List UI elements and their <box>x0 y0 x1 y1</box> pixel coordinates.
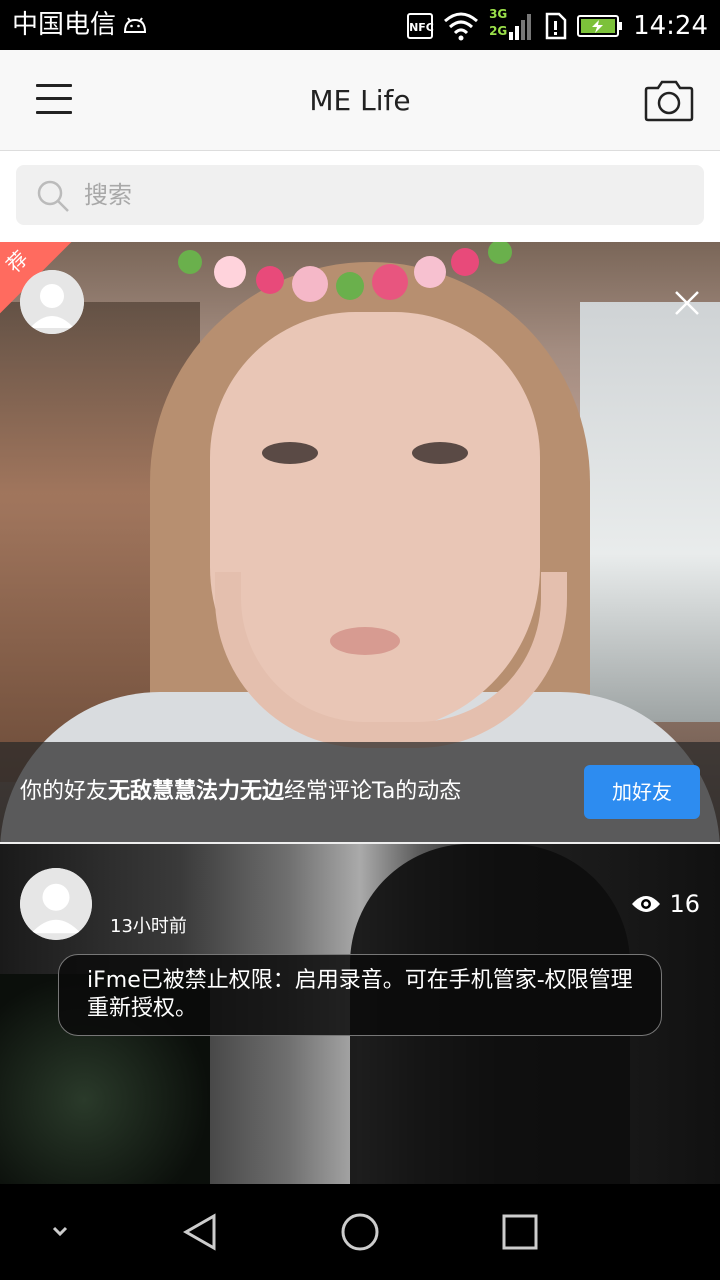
recents-icon[interactable] <box>492 1204 548 1260</box>
back-icon[interactable] <box>172 1204 228 1260</box>
flower-crown <box>178 242 512 302</box>
page-title: ME Life <box>309 84 411 117</box>
suggestion-suffix: 经常评论Ta的动态 <box>284 779 462 804</box>
signal-icon: 3G 2G <box>489 7 533 44</box>
friend-suggestion-text: 你的好友无敌慧慧法力无边经常评论Ta的动态 <box>20 774 461 810</box>
friend-suggestion-bar: 你的好友无敌慧慧法力无边经常评论Ta的动态 加好友 <box>0 742 720 842</box>
background-window <box>580 302 720 722</box>
collapse-icon[interactable] <box>32 1204 88 1260</box>
carrier-label: 中国电信 <box>12 10 117 40</box>
view-count-value: 16 <box>669 890 700 918</box>
clock: 14:24 <box>633 11 708 41</box>
eye-icon <box>632 896 661 912</box>
home-icon[interactable] <box>332 1204 388 1260</box>
battery-charging-icon <box>577 15 623 37</box>
avatar[interactable] <box>20 270 84 334</box>
status-icons: NFC 3G 2G 14:24 <box>407 6 708 46</box>
search-input[interactable]: 搜索 <box>16 165 704 225</box>
search-section: 搜索 <box>0 151 720 242</box>
add-friend-button[interactable]: 加好友 <box>584 765 700 819</box>
avatar[interactable] <box>20 868 92 940</box>
post-time: 13小时前 <box>110 916 187 937</box>
network-type-3g: 3G <box>489 7 508 21</box>
network-type-2g: 2G <box>489 24 508 38</box>
sim-alert-icon <box>545 12 567 40</box>
permission-toast: iFme已被禁止权限：启用录音。可在手机管家-权限管理重新授权。 <box>58 954 662 1036</box>
status-bar: 中国电信 NFC 3G 2G 14:24 <box>0 0 720 50</box>
search-placeholder: 搜索 <box>84 181 132 209</box>
camera-icon[interactable] <box>644 78 694 122</box>
photo-eye-right <box>412 442 468 464</box>
android-icon <box>123 17 147 33</box>
close-icon[interactable] <box>672 288 702 318</box>
nfc-icon: NFC <box>407 13 434 39</box>
view-count: 16 <box>631 890 700 918</box>
wifi-icon <box>444 12 479 41</box>
app-bar: ME Life <box>0 50 720 151</box>
friend-name[interactable]: 无敌慧慧法力无边 <box>108 779 284 804</box>
system-nav-bar <box>0 1184 720 1280</box>
default-avatar-icon <box>20 868 92 940</box>
search-icon <box>37 180 69 212</box>
photo-eye-left <box>262 442 318 464</box>
suggestion-prefix: 你的好友 <box>20 779 109 804</box>
recommended-post-card[interactable]: 荐 你的好友无敌慧慧法力无边经常评论Ta的动态 加好友 <box>0 242 720 842</box>
default-avatar-icon <box>20 270 84 334</box>
